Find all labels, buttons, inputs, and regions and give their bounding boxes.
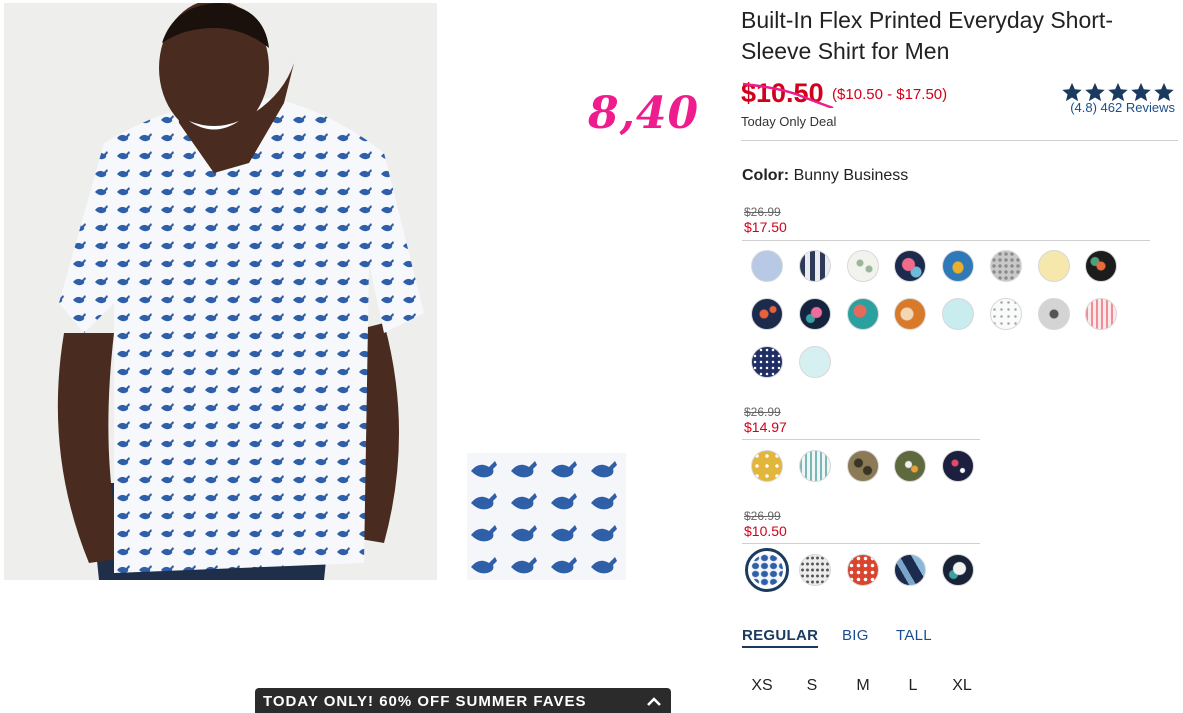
reviews-link[interactable]: (4.8) 462 Reviews xyxy=(1058,100,1175,115)
color-swatch-plaid[interactable] xyxy=(799,250,831,282)
tab-regular[interactable]: REGULAR xyxy=(742,627,819,648)
divider xyxy=(742,240,1150,241)
price-block: $10.50 ($10.50 - $17.50) xyxy=(741,78,947,109)
price-range: ($10.50 - $17.50) xyxy=(832,86,948,103)
size-option-xs[interactable]: XS xyxy=(742,677,782,695)
product-main-image[interactable] xyxy=(4,3,437,580)
color-swatch-olive-floral[interactable] xyxy=(894,450,926,482)
color-swatch-dark-tropical[interactable] xyxy=(942,554,974,586)
swatch-fill xyxy=(751,554,783,586)
original-price: $26.99 xyxy=(744,405,781,419)
original-price: $26.99 xyxy=(744,205,781,219)
color-swatch-pineapple[interactable] xyxy=(942,250,974,282)
color-swatch-light-aqua[interactable] xyxy=(799,346,831,378)
chevron-up-icon[interactable] xyxy=(645,694,663,708)
color-swatch-white-dot[interactable] xyxy=(990,298,1022,330)
star-icon xyxy=(1131,82,1151,102)
fabric-swatch-image[interactable] xyxy=(467,453,626,580)
price-group-2: $26.99 $14.97 xyxy=(744,405,787,436)
color-swatch-navy-fish[interactable] xyxy=(751,298,783,330)
color-swatch-pink-stripe[interactable] xyxy=(1085,298,1117,330)
rating-summary[interactable]: (4.8) 462 Reviews xyxy=(1058,82,1175,115)
color-swatch-gray-pattern[interactable] xyxy=(990,250,1022,282)
size-option-s[interactable]: S xyxy=(792,677,832,695)
sale-price: $10.50 xyxy=(741,78,834,109)
size-option-m[interactable]: M xyxy=(843,677,883,695)
tab-big[interactable]: BIG xyxy=(842,627,869,644)
divider xyxy=(742,439,980,440)
group-sale-price: $17.50 xyxy=(744,219,787,235)
star-icon xyxy=(1062,82,1082,102)
color-swatch-red-dot[interactable] xyxy=(847,554,879,586)
group-sale-price: $14.97 xyxy=(744,419,787,435)
color-swatch-yellow[interactable] xyxy=(1038,250,1070,282)
color-swatch-navy-cherry[interactable] xyxy=(942,450,974,482)
size-option-xl[interactable]: XL xyxy=(942,677,982,695)
color-swatch-aqua[interactable] xyxy=(942,298,974,330)
color-swatch-gray-speckle[interactable] xyxy=(799,554,831,586)
original-price: $26.99 xyxy=(744,509,781,523)
color-swatch-navy-floral[interactable] xyxy=(894,250,926,282)
deal-label: Today Only Deal xyxy=(741,114,837,129)
color-label-key: Color: xyxy=(742,167,790,184)
promo-banner[interactable]: TODAY ONLY! 60% OFF SUMMER FAVES xyxy=(255,688,671,713)
size-option-l[interactable]: L xyxy=(893,677,933,695)
star-icon xyxy=(1154,82,1174,102)
handwritten-price-annotation: 8,40 xyxy=(588,88,700,139)
handwritten-strike-mark xyxy=(742,82,834,108)
price-group-3: $26.99 $10.50 xyxy=(744,509,787,540)
color-label: Color: Bunny Business xyxy=(742,167,908,185)
color-swatch-bunny-business-selected[interactable] xyxy=(745,548,789,592)
color-swatch-orange-leopard[interactable] xyxy=(894,298,926,330)
color-swatch-navy-dot[interactable] xyxy=(751,346,783,378)
product-title: Built-In Flex Printed Everyday Short-Sle… xyxy=(741,7,1113,64)
promo-text: TODAY ONLY! 60% OFF SUMMER FAVES xyxy=(263,693,587,710)
tab-tall[interactable]: TALL xyxy=(896,627,932,644)
group-sale-price: $10.50 xyxy=(744,523,787,539)
color-swatch-black-floral[interactable] xyxy=(1085,250,1117,282)
color-swatch-camo[interactable] xyxy=(847,450,879,482)
color-swatch-white-print[interactable] xyxy=(847,250,879,282)
color-swatch-mustard[interactable] xyxy=(751,450,783,482)
star-rating xyxy=(1058,82,1175,102)
divider xyxy=(742,543,980,544)
color-swatch-gray-bird[interactable] xyxy=(1038,298,1070,330)
color-swatch-light-blue[interactable] xyxy=(751,250,783,282)
color-swatch-teal-stripe[interactable] xyxy=(799,450,831,482)
color-swatch-flamingo[interactable] xyxy=(799,298,831,330)
color-name: Bunny Business xyxy=(793,167,909,184)
divider xyxy=(741,140,1178,141)
star-icon xyxy=(1108,82,1128,102)
color-swatch-teal-tropical[interactable] xyxy=(847,298,879,330)
star-icon xyxy=(1085,82,1105,102)
price-group-1: $26.99 $17.50 xyxy=(744,205,787,236)
color-swatch-navy-abstract[interactable] xyxy=(894,554,926,586)
